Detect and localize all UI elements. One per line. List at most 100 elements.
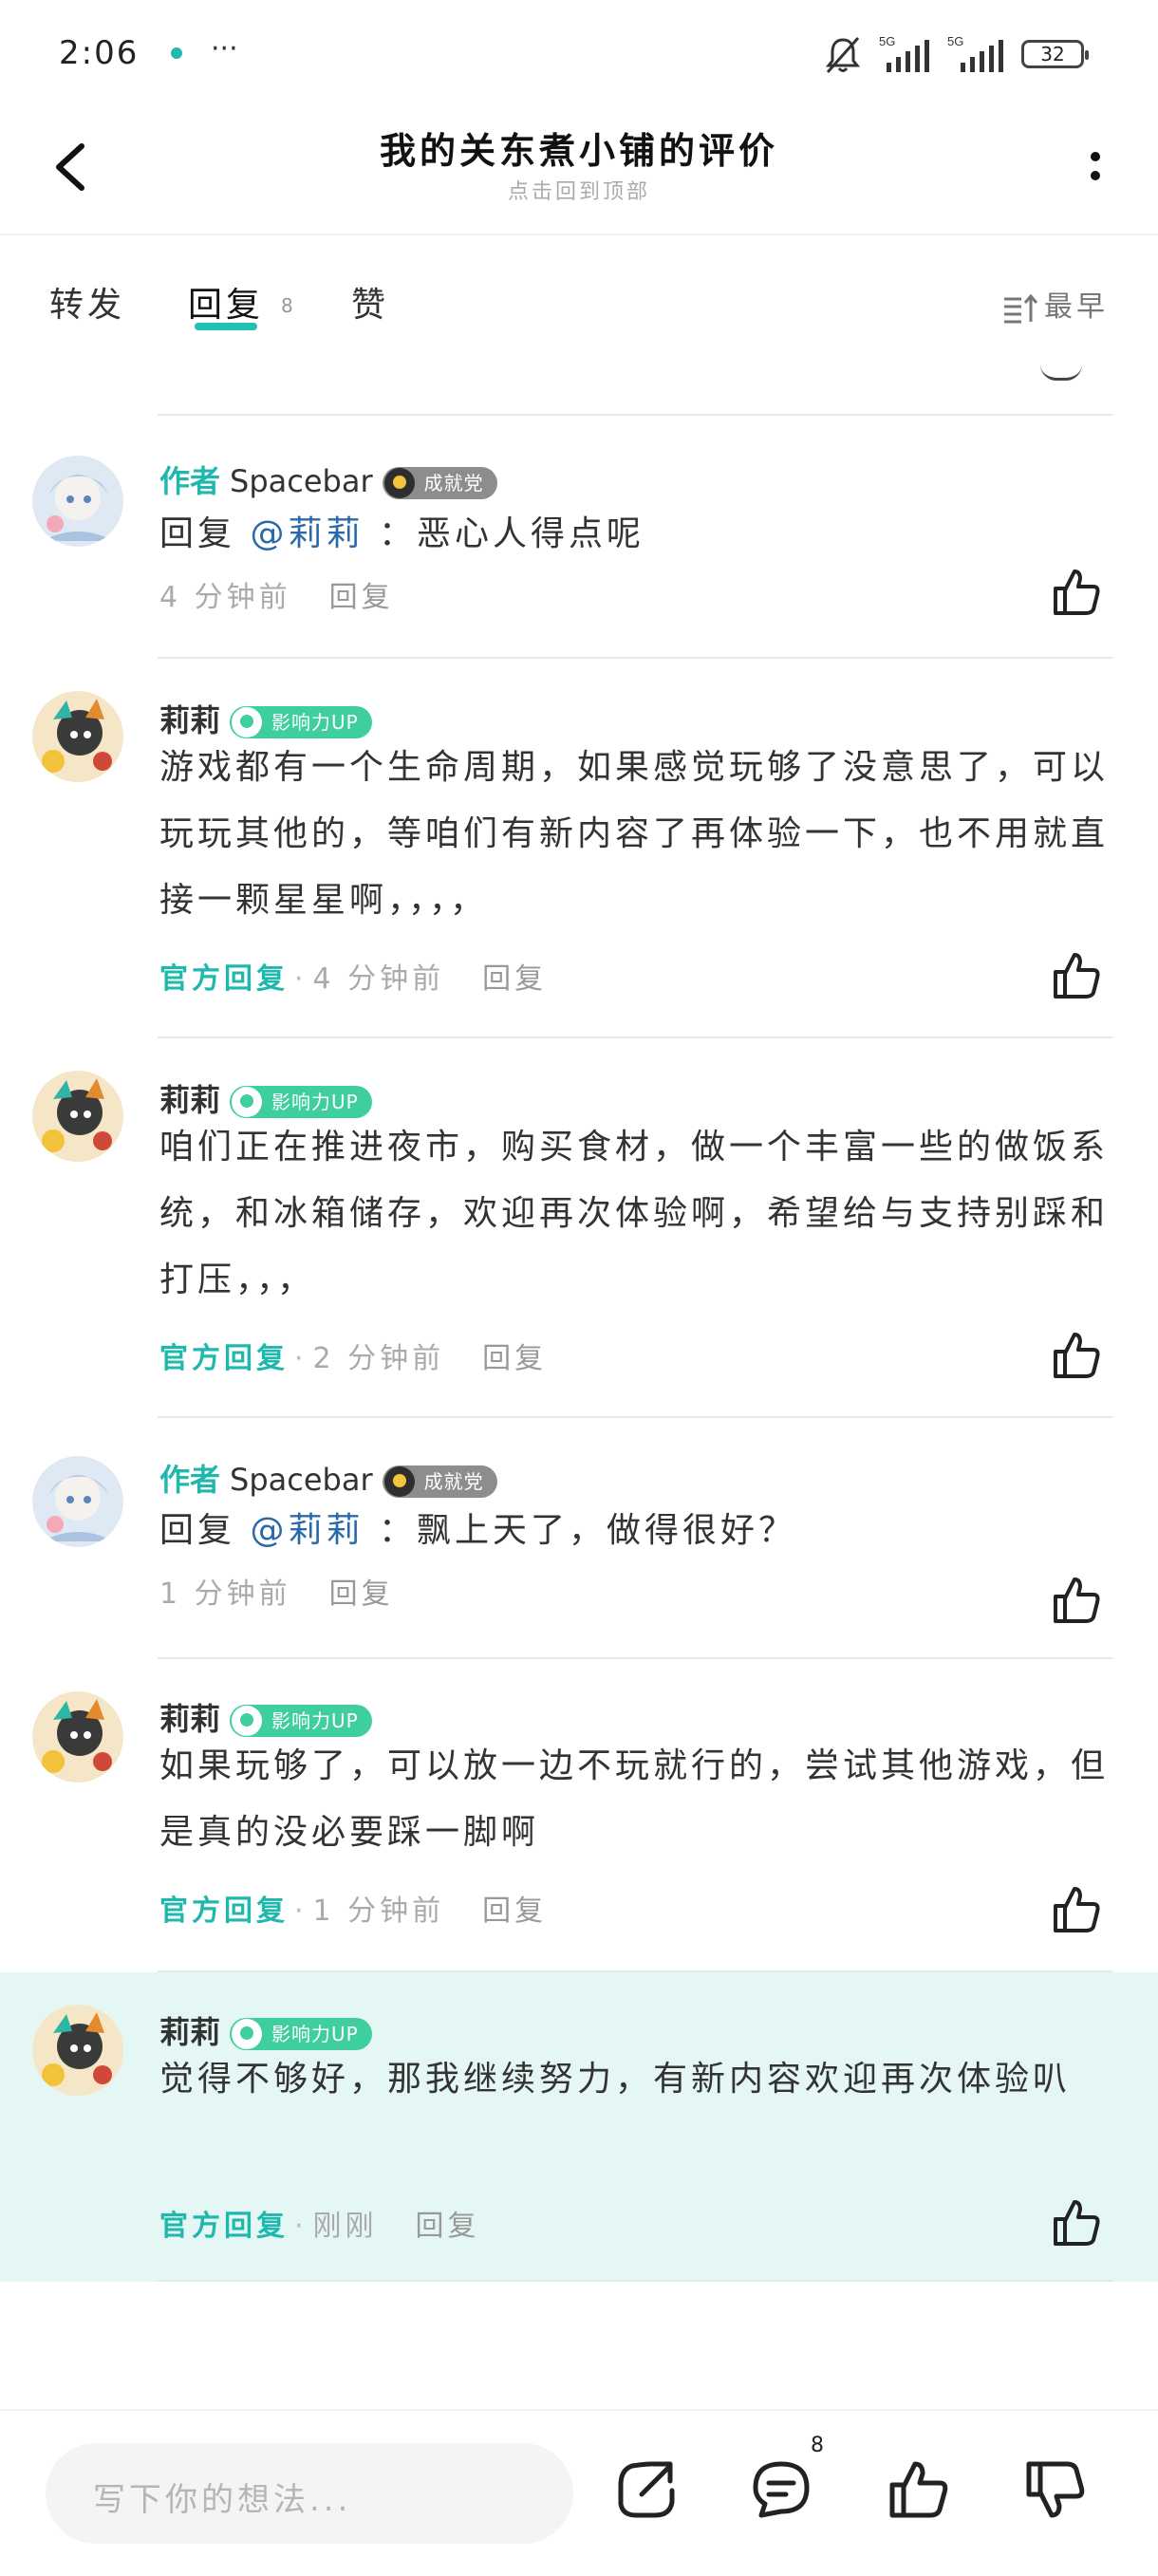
badge-label: 影响力UP	[271, 1709, 359, 1732]
bottom-action-bar: 写下你的想法... 8	[0, 2409, 1158, 2576]
tab-like[interactable]: 赞	[351, 277, 389, 327]
user-badge: 成就党	[382, 1465, 497, 1498]
svg-text:5G: 5G	[947, 34, 963, 48]
official-reply-tag: 官方回复	[159, 1895, 289, 1928]
official-reply-tag: 官方回复	[159, 2210, 289, 2243]
comment-author: 作者 Spacebar 成就党	[159, 1456, 497, 1500]
page-header: 我的关东煮小铺的评价 点击回到顶部	[0, 104, 1158, 235]
tab-reply[interactable]: 回复	[188, 277, 264, 327]
avatar[interactable]	[32, 1691, 123, 1783]
reply-button[interactable]: 回复	[482, 1342, 547, 1375]
tab-reply-count: 8	[281, 294, 293, 317]
page-title: 我的关东煮小铺的评价	[379, 130, 778, 172]
comment-username[interactable]: 莉莉	[159, 1701, 220, 1737]
user-badge: 影响力UP	[230, 1705, 372, 1737]
badge-label: 影响力UP	[271, 1091, 359, 1113]
comment-body: 如果玩够了，可以放一边不玩就行的，尝试其他游戏，但是真的没必要踩一脚啊	[159, 1746, 1110, 1852]
comment-body: ：飘上天了，做得很好？	[378, 1511, 796, 1550]
sort-button[interactable]: 最早	[1002, 283, 1109, 325]
comment-body: 游戏都有一个生命周期，如果感觉玩够了没意思了，可以玩玩其他的，等咱们有新内容了再…	[159, 748, 1110, 920]
influence-icon	[232, 2019, 263, 2049]
comment-username[interactable]: 莉莉	[159, 1082, 220, 1118]
sort-label: 最早	[1044, 290, 1109, 324]
reply-button[interactable]: 回复	[482, 1895, 547, 1928]
reply-button[interactable]: 回复	[416, 2210, 480, 2243]
comment-body: ：恶心人得点呢	[378, 514, 644, 553]
user-badge: 成就党	[382, 467, 497, 499]
user-badge: 影响力UP	[230, 1086, 372, 1118]
reply-button[interactable]: 回复	[329, 581, 394, 614]
official-reply-tag: 官方回复	[159, 962, 289, 996]
share-icon[interactable]	[613, 2456, 680, 2523]
badge-label: 成就党	[423, 1470, 484, 1493]
comment-time: 刚刚	[312, 2210, 378, 2243]
like-icon[interactable]	[1050, 1329, 1103, 1382]
mention-link[interactable]: @莉莉	[250, 1511, 364, 1550]
comment-item: 作者 Spacebar 成就党 回复 @莉莉 ：恶心人得点呢 4 分钟前 回复	[0, 418, 1158, 659]
dislike-icon[interactable]	[1021, 2456, 1088, 2523]
comment-icon[interactable]	[748, 2456, 814, 2523]
comment-username[interactable]: Spacebar	[230, 1462, 373, 1498]
status-more: ···	[211, 32, 238, 65]
comment-item: 莉莉 影响力UP 如果玩够了，可以放一边不玩就行的，尝试其他游戏，但是真的没必要踩…	[0, 1659, 1158, 1972]
official-reply-tag: 官方回复	[159, 1342, 289, 1375]
avatar[interactable]	[32, 1071, 123, 1162]
comment-text: 回复 @莉莉 ：恶心人得点呢	[159, 501, 1118, 568]
like-icon[interactable]	[1050, 566, 1103, 619]
comment-input[interactable]: 写下你的想法...	[46, 2443, 573, 2544]
badge-label: 成就党	[423, 472, 484, 495]
battery-level: 32	[1021, 40, 1089, 68]
author-tag: 作者	[159, 463, 221, 499]
mention-link[interactable]: @莉莉	[250, 514, 364, 553]
mute-bell-icon	[825, 37, 861, 73]
comment-item: 莉莉 影响力UP 咱们正在推进夜市，购买食材，做一个丰富一些的做饭系统，和冰箱储存…	[0, 1038, 1158, 1418]
like-icon[interactable]	[1050, 1883, 1103, 1936]
avatar[interactable]	[32, 1456, 123, 1547]
comment-username[interactable]: Spacebar	[230, 463, 373, 499]
comment-count-badge: 8	[811, 2434, 824, 2457]
more-options-icon[interactable]	[1076, 148, 1114, 196]
comment-meta: 官方回复 · 4 分钟前 回复	[159, 962, 548, 996]
comment-text: 回复 @莉莉 ：飘上天了，做得很好？	[159, 1498, 1118, 1564]
user-badge: 影响力UP	[230, 2018, 372, 2050]
divider	[158, 414, 1112, 416]
signal-5g-secondary-icon: 5G	[947, 34, 1003, 72]
avatar[interactable]	[32, 2005, 123, 2096]
comment-body: 觉得不够好，那我继续努力，有新内容欢迎再次体验叭	[159, 2060, 1072, 2099]
reply-button[interactable]: 回复	[482, 962, 547, 996]
previous-like-icon-partial	[1040, 364, 1082, 381]
comment-input-placeholder: 写下你的想法...	[93, 2481, 352, 2519]
svg-text:5G: 5G	[879, 34, 895, 48]
comment-item: 作者 Spacebar 成就党 回复 @莉莉 ：飘上天了，做得很好？ 1 分钟前 回复	[0, 1418, 1158, 1659]
comment-meta: 官方回复 · 1 分钟前 回复	[159, 1895, 548, 1928]
trophy-icon	[383, 468, 415, 498]
influence-icon	[232, 1706, 263, 1736]
comment-time: 1 分钟前	[312, 1895, 445, 1928]
reply-button[interactable]: 回复	[329, 1577, 394, 1611]
comment-username[interactable]: 莉莉	[159, 702, 220, 738]
like-icon[interactable]	[1050, 2196, 1103, 2249]
like-icon[interactable]	[1050, 1574, 1103, 1627]
reply-prefix: 回复	[159, 1511, 236, 1550]
divider	[158, 2280, 1112, 2282]
comment-body: 咱们正在推进夜市，购买食材，做一个丰富一些的做饭系统，和冰箱储存，欢迎再次体验啊…	[159, 1128, 1110, 1299]
notification-dot-icon	[171, 47, 182, 59]
comment-time: 2 分钟前	[312, 1342, 445, 1375]
status-time: 2:06	[59, 34, 140, 72]
influence-icon	[232, 1087, 263, 1117]
avatar[interactable]	[32, 456, 123, 547]
signal-5g-icon: 5G	[879, 34, 929, 72]
comment-time: 1 分钟前	[159, 1577, 291, 1611]
like-icon[interactable]	[1050, 949, 1103, 1002]
scroll-to-top-hint[interactable]: 点击回到顶部	[0, 175, 1158, 205]
avatar[interactable]	[32, 691, 123, 782]
like-post-icon[interactable]	[885, 2456, 951, 2523]
tab-forward[interactable]: 转发	[49, 277, 125, 327]
trophy-icon	[383, 1466, 415, 1497]
badge-label: 影响力UP	[271, 711, 359, 734]
comment-author: 作者 Spacebar 成就党	[159, 457, 497, 501]
tab-bar: 转发 回复 8 赞 最早	[0, 235, 1158, 359]
comment-username[interactable]: 莉莉	[159, 2014, 220, 2050]
status-bar: 2:06 ··· 5G 5G 32	[0, 0, 1158, 104]
comment-meta: 官方回复 · 2 分钟前 回复	[159, 1342, 548, 1375]
